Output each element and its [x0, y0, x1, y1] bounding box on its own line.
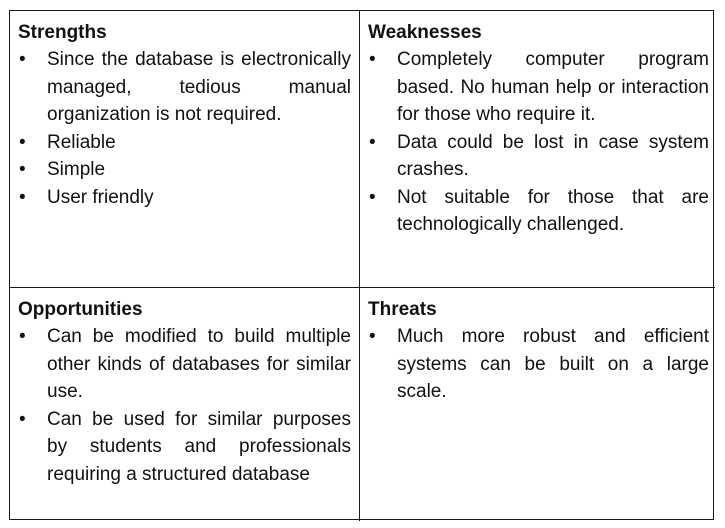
list-item: • Data could be lost in case system crash…	[368, 129, 709, 184]
weaknesses-list: • Completely computer program based. No h…	[368, 46, 709, 239]
bullet-icon: •	[369, 131, 376, 153]
list-item-text: Reliable	[47, 131, 116, 153]
strengths-list: • Since the database is electronically ma…	[18, 46, 351, 211]
weaknesses-cell: Weaknesses • Completely computer program …	[360, 11, 715, 288]
opportunities-cell: Opportunities • Can be modified to build …	[10, 288, 360, 521]
opportunities-list: • Can be modified to build multiple other…	[18, 323, 351, 488]
bullet-icon: •	[369, 49, 376, 70]
bullet-icon: •	[19, 49, 26, 70]
list-item: • User friendly	[18, 184, 351, 212]
list-item: • Simple	[18, 156, 351, 184]
list-item-text: Much more robust and efficient systems c…	[397, 326, 709, 402]
bullet-icon: •	[19, 326, 26, 347]
swot-table: Strengths • Since the database is electro…	[9, 10, 715, 521]
list-item: • Can be modified to build multiple other…	[18, 323, 351, 406]
list-item-text: Completely computer program based. No hu…	[397, 49, 709, 125]
bullet-icon: •	[369, 186, 376, 208]
list-item: • Much more robust and efficient systems …	[368, 323, 709, 406]
list-item: • Completely computer program based. No h…	[368, 46, 709, 129]
bullet-icon: •	[19, 159, 26, 180]
threats-list: • Much more robust and efficient systems …	[368, 323, 709, 406]
weaknesses-heading: Weaknesses	[368, 22, 482, 43]
list-item-text: Not suitable for those that are technolo…	[397, 186, 709, 236]
list-item: • Can be used for similar purposes by stu…	[18, 406, 351, 489]
list-item-text: Can be modified to build multiple other …	[47, 326, 351, 402]
bullet-icon: •	[369, 326, 376, 347]
opportunities-heading: Opportunities	[18, 299, 143, 320]
threats-heading: Threats	[368, 299, 437, 320]
strengths-heading: Strengths	[18, 22, 107, 43]
list-item: • Since the database is electronically ma…	[18, 46, 351, 129]
strengths-cell: Strengths • Since the database is electro…	[10, 11, 360, 288]
list-item-text: Simple	[47, 159, 106, 180]
list-item: • Not suitable for those that are technol…	[368, 184, 709, 239]
bullet-icon: •	[19, 186, 26, 208]
bullet-icon: •	[19, 408, 26, 430]
threats-cell: Threats • Much more robust and efficient …	[360, 288, 715, 521]
list-item-text: Data could be lost in case system crashe…	[397, 131, 709, 181]
list-item-text: Can be used for similar purposes by stud…	[47, 408, 351, 485]
list-item-text: Since the database is electronically man…	[47, 49, 351, 125]
list-item: • Reliable	[18, 129, 351, 157]
list-item-text: User friendly	[47, 186, 154, 208]
bullet-icon: •	[19, 131, 26, 153]
